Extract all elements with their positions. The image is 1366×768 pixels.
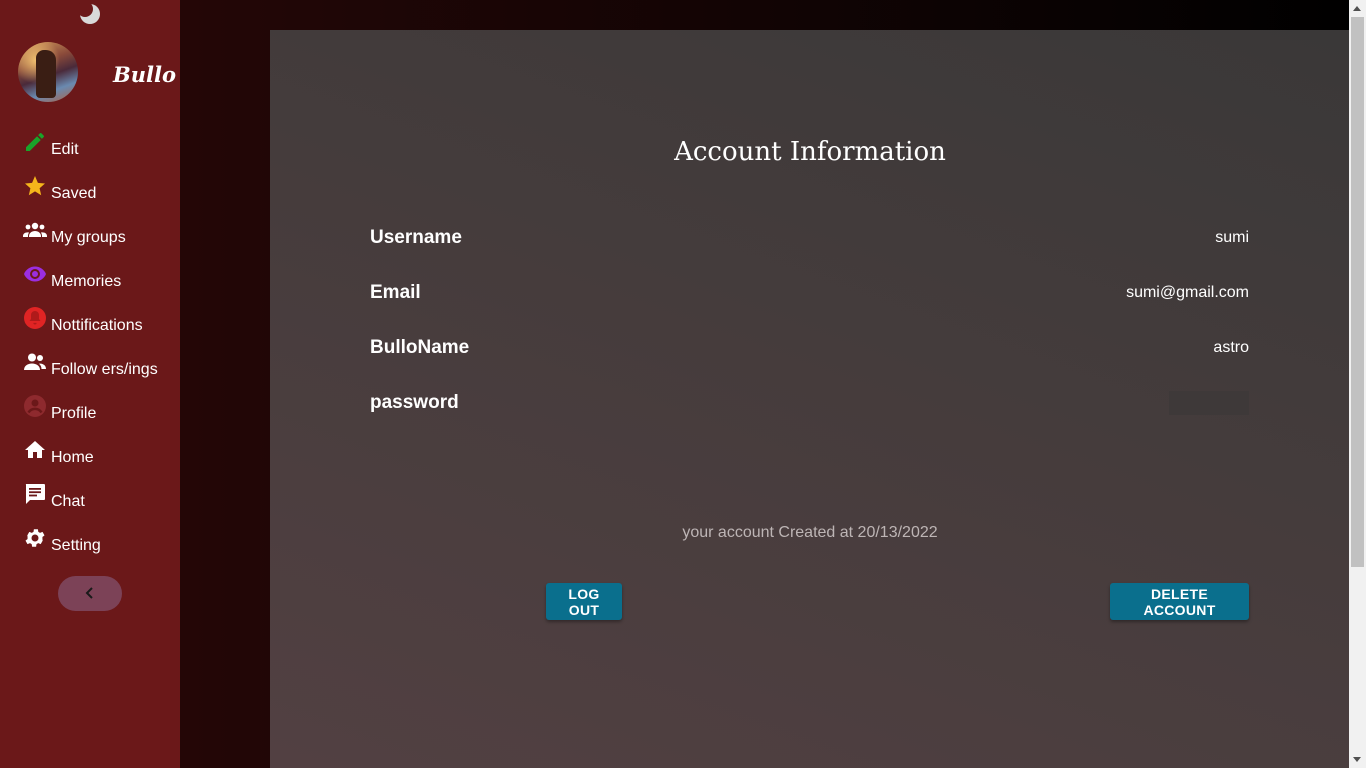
sidebar-item-label: Home: [51, 449, 94, 466]
sidebar-item-label: Edit: [51, 141, 79, 158]
pencil-icon: [26, 132, 45, 151]
bell-icon: [24, 307, 46, 329]
sidebar-item-label: Memories: [51, 273, 122, 290]
username-label: Username: [370, 227, 462, 248]
page-scrollbar[interactable]: [1349, 0, 1366, 768]
scroll-down-arrow-icon[interactable]: [1353, 757, 1361, 762]
star-icon: [25, 176, 45, 196]
username-value: sumi: [1215, 229, 1249, 246]
delete-account-button[interactable]: DELETE ACCOUNT: [1110, 583, 1249, 620]
brand-name: Bullo: [113, 62, 176, 87]
chevron-left-icon: [85, 587, 93, 599]
avatar[interactable]: [18, 42, 78, 102]
email-label: Email: [370, 282, 421, 303]
sidebar-item-label: Nottifications: [51, 317, 143, 334]
account-panel: Account Information Username sumi Email …: [270, 30, 1350, 768]
sidebar-item-notifications[interactable]: Nottifications: [22, 306, 172, 336]
sidebar-item-label: My groups: [51, 229, 126, 246]
people-icon: [24, 353, 46, 370]
sidebar-item-saved[interactable]: Saved: [22, 174, 172, 204]
sidebar-item-setting[interactable]: Setting: [22, 526, 172, 556]
home-icon: [25, 441, 45, 458]
scrollbar-thumb[interactable]: [1351, 17, 1364, 567]
password-value: [1169, 391, 1249, 415]
sidebar-item-edit[interactable]: Edit: [22, 130, 172, 160]
password-label: password: [370, 392, 459, 413]
bulloname-label: BulloName: [370, 337, 470, 358]
sidebar-item-label: Follow ers/ings: [51, 361, 158, 378]
avatar-image: [36, 50, 56, 98]
eye-icon: [24, 266, 46, 282]
sidebar: Bullo Edit Saved My groups Memories Nott…: [0, 0, 180, 768]
sidebar-item-home[interactable]: Home: [22, 438, 172, 468]
gear-icon: [25, 529, 45, 547]
bulloname-value: astro: [1213, 339, 1249, 356]
moon-icon[interactable]: [79, 3, 101, 25]
page-title: Account Information: [674, 137, 946, 167]
chat-icon: [25, 484, 45, 504]
sidebar-item-profile[interactable]: Profile: [22, 394, 172, 424]
sidebar-item-label: Saved: [51, 185, 97, 202]
scroll-up-arrow-icon[interactable]: [1353, 6, 1361, 11]
sidebar-item-label: Setting: [51, 537, 101, 554]
email-value: sumi@gmail.com: [1126, 284, 1249, 301]
groups-icon: [23, 222, 47, 237]
sidebar-item-label: Profile: [51, 405, 97, 422]
collapse-sidebar-button[interactable]: [58, 576, 122, 611]
account-created-text: your account Created at 20/13/2022: [682, 524, 938, 541]
sidebar-item-chat[interactable]: Chat: [22, 482, 172, 512]
logout-button[interactable]: LOG OUT: [546, 583, 622, 620]
sidebar-item-memories[interactable]: Memories: [22, 262, 172, 292]
sidebar-item-my-groups[interactable]: My groups: [22, 218, 172, 248]
sidebar-item-label: Chat: [51, 493, 85, 510]
sidebar-item-followers[interactable]: Follow ers/ings: [22, 350, 172, 380]
account-circle-icon: [24, 395, 46, 417]
